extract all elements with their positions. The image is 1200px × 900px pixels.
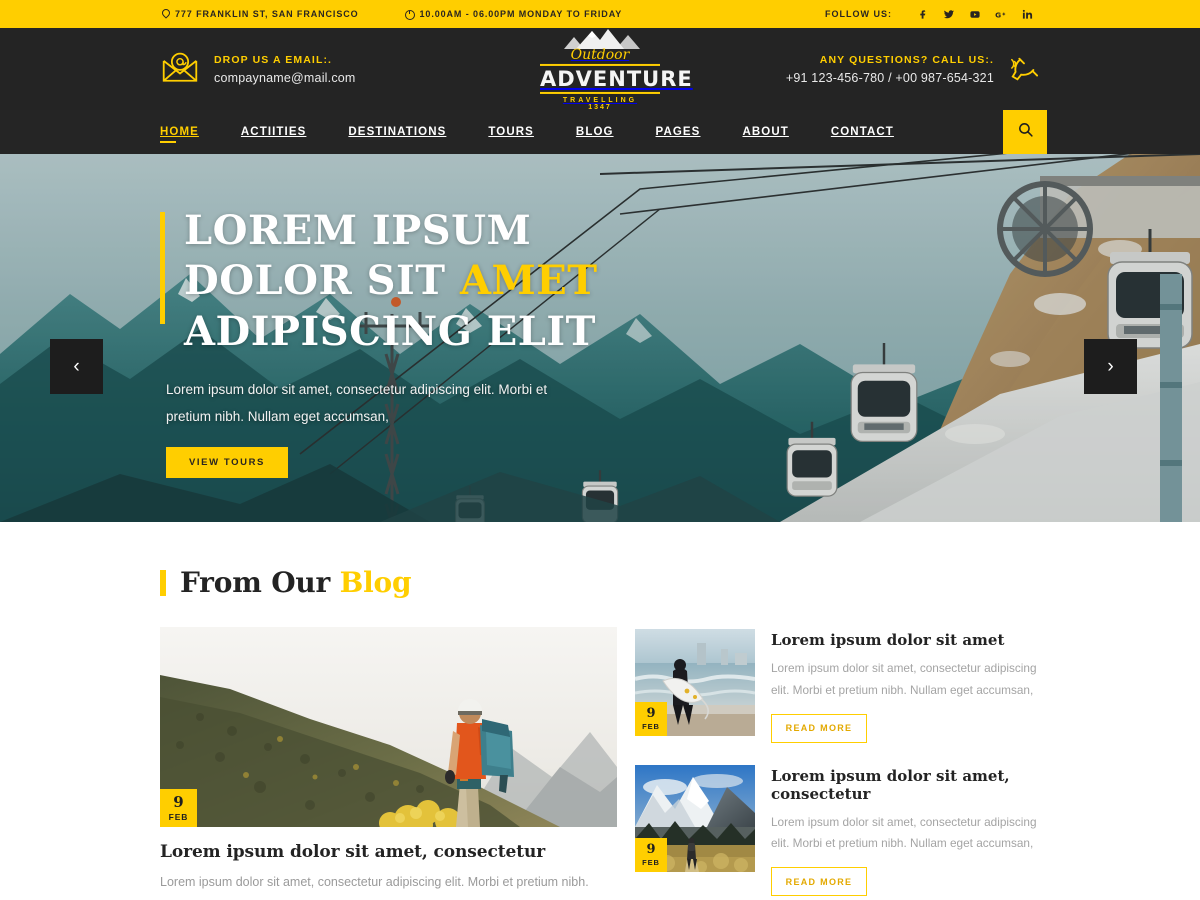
featured-post-image: 9 FEB (160, 627, 617, 827)
hero-title-line-1: LOREM IPSUM (184, 207, 532, 254)
post-description: Lorem ipsum dolor sit amet, consectetur … (771, 661, 1037, 697)
hours-info: 10.00AM - 06.00PM MONDAY TO FRIDAY (405, 9, 623, 20)
date-month: FEB (168, 811, 189, 822)
address-text: 777 FRANKLIN ST, SAN FRANCISCO (175, 9, 359, 19)
nav-item-pages[interactable]: PAGES (635, 110, 722, 154)
nav-item-actiities[interactable]: ACTIITIES (220, 110, 328, 154)
search-icon (1017, 121, 1034, 143)
logo-tagline-text: TRAVELLING (562, 97, 638, 105)
post-body: Lorem ipsum dolor sit amet, consectetur … (771, 765, 1040, 897)
logo-script-text: Outdoor (570, 46, 630, 63)
hero-title-line-2-plain: DOLOR SIT (184, 257, 460, 305)
phone-value: +91 123-456-780 / +00 987-654-321 (785, 70, 994, 85)
logo-rule-bottom (540, 92, 660, 95)
site-logo[interactable]: Outdoor ADVENTURE TRAVELLING 1347 (540, 27, 693, 111)
address-info: 777 FRANKLIN ST, SAN FRANCISCO (160, 9, 359, 19)
social-links: FOLLOW US: G (825, 0, 1040, 28)
linkedin-icon[interactable] (1014, 4, 1040, 24)
nav-item-about[interactable]: ABOUT (721, 110, 809, 154)
side-post-list: 9 FEB Lorem ipsum dolor sit amet Lorem i… (635, 627, 1040, 897)
view-tours-button[interactable]: VIEW TOURS (166, 447, 288, 479)
email-label: DROP US A EMAIL:. (214, 53, 333, 66)
list-item[interactable]: 9 FEB Lorem ipsum dolor sit amet Lorem i… (635, 629, 1040, 743)
hero-title-line-3: ADIPISCING ELIT (184, 307, 596, 355)
hero-subtitle: Lorem ipsum dolor sit amet, consectetur … (166, 382, 548, 425)
hero-content: LOREM IPSUM DOLOR SIT AMET ADIPISCING EL… (160, 206, 720, 479)
hero-title-line-2-accent: AMET (459, 257, 598, 305)
post-thumbnail-mountain: 9 FEB (635, 764, 755, 872)
top-bar-info: 777 FRANKLIN ST, SAN FRANCISCO 10.00AM -… (160, 9, 623, 20)
post-title: Lorem ipsum dolor sit amet, consectetur (771, 766, 1010, 803)
heading-accent-bar (160, 569, 166, 596)
read-more-button[interactable]: READ MORE (771, 867, 867, 897)
mountain-icon (540, 27, 660, 49)
hero-title: LOREM IPSUM DOLOR SIT AMET ADIPISCING EL… (160, 206, 720, 357)
blog-section-heading: From Our Blog (160, 566, 1040, 599)
post-thumbnail-surfer: 9 FEB (635, 629, 755, 736)
featured-post[interactable]: 9 FEB Lorem ipsum dolor sit amet, consec… (160, 627, 617, 892)
youtube-icon[interactable] (962, 4, 988, 24)
facebook-icon[interactable] (910, 4, 936, 24)
heading-plain-text: From Our (180, 566, 340, 599)
hero-title-line-2: DOLOR SIT AMET (184, 256, 720, 306)
date-badge: 9 FEB (160, 789, 197, 827)
twitter-icon[interactable] (936, 4, 962, 24)
nav-item-destinations[interactable]: DESTINATIONS (327, 110, 467, 154)
list-item[interactable]: 9 FEB Lorem ipsum dolor sit amet, consec… (635, 764, 1040, 897)
nav-item-home[interactable]: HOME (160, 110, 220, 154)
date-badge: 9 FEB (635, 837, 667, 872)
blog-section: From Our Blog 9 FEB Lorem ipsum dolor si… (0, 522, 1200, 897)
featured-post-description: Lorem ipsum dolor sit amet, consectetur … (160, 875, 589, 889)
phone-text-group: ANY QUESTIONS? CALL US:. +91 123-456-780… (786, 54, 994, 85)
search-button[interactable] (1003, 110, 1047, 154)
date-day: 9 (646, 706, 656, 721)
nav-item-tours[interactable]: TOURS (467, 110, 555, 154)
date-badge: 9 FEB (635, 702, 667, 736)
date-day: 9 (646, 841, 656, 857)
phone-label: ANY QUESTIONS? CALL US:. (819, 53, 994, 66)
email-value: compayname@mail.com (214, 70, 356, 85)
post-description: Lorem ipsum dolor sit amet, consectetur … (771, 814, 1037, 851)
date-month: FEB (642, 857, 660, 867)
site-header: DROP US A EMAIL:. compayname@mail.com Ou… (0, 27, 1200, 111)
date-day: 9 (173, 792, 184, 811)
email-block: DROP US A EMAIL:. compayname@mail.com (160, 50, 490, 88)
nav-item-contact[interactable]: CONTACT (810, 110, 915, 154)
featured-post-title: Lorem ipsum dolor sit amet, consectetur (160, 842, 546, 862)
slider-prev-arrow[interactable]: ‹ (50, 339, 103, 394)
follow-us-label: FOLLOW US: (825, 9, 892, 19)
heading-accent-text: Blog (339, 566, 412, 599)
hours-text: 10.00AM - 06.00PM MONDAY TO FRIDAY (419, 9, 623, 19)
nav-item-blog[interactable]: BLOG (555, 110, 635, 154)
read-more-button[interactable]: READ MORE (771, 713, 867, 743)
clock-icon (405, 9, 416, 20)
phone-handset-icon (1008, 54, 1040, 84)
page-title: From Our Blog (180, 566, 412, 599)
date-month: FEB (642, 722, 660, 731)
logo-name-text: ADVENTURE (540, 66, 693, 91)
post-body: Lorem ipsum dolor sit amet Lorem ipsum d… (771, 629, 1040, 743)
hero-accent-bar (160, 212, 165, 324)
top-bar: 777 FRANKLIN ST, SAN FRANCISCO 10.00AM -… (0, 0, 1200, 28)
nav-items: HOME ACTIITIES DESTINATIONS TOURS BLOG P… (160, 110, 915, 154)
slider-next-arrow[interactable]: › (1084, 339, 1137, 394)
main-navigation: HOME ACTIITIES DESTINATIONS TOURS BLOG P… (0, 110, 1200, 154)
post-title: Lorem ipsum dolor sit amet (771, 631, 1005, 649)
phone-block: ANY QUESTIONS? CALL US:. +91 123-456-780… (786, 54, 1040, 85)
hero-slider: LOREM IPSUM DOLOR SIT AMET ADIPISCING EL… (0, 154, 1200, 522)
blog-grid: 9 FEB Lorem ipsum dolor sit amet, consec… (160, 627, 1040, 897)
google-plus-icon[interactable]: G (988, 4, 1014, 24)
svg-text:G: G (995, 10, 1001, 19)
email-text-group: DROP US A EMAIL:. compayname@mail.com (214, 54, 356, 85)
envelope-at-icon (160, 50, 200, 88)
location-pin-icon (160, 9, 170, 19)
